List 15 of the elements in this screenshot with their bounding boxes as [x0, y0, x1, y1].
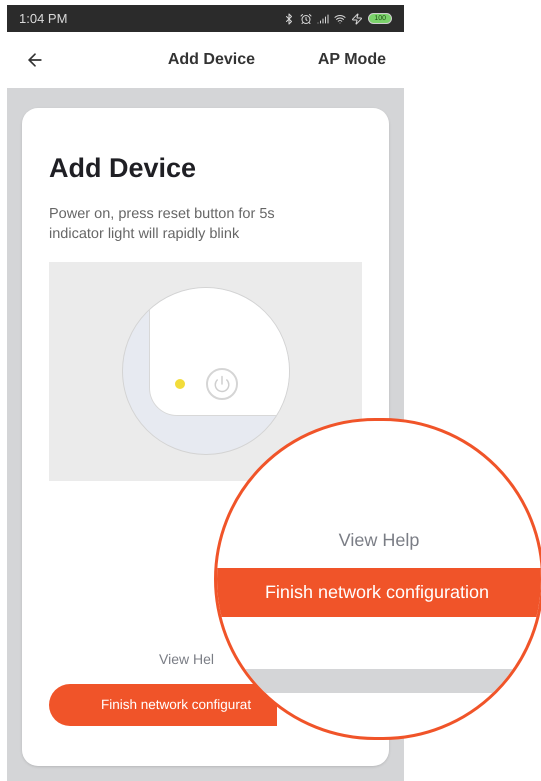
charging-icon — [351, 12, 364, 24]
instructions: Power on, press reset button for 5s indicator light will rapidly blink — [49, 204, 276, 244]
header-title: Add Device — [168, 50, 255, 70]
indicator-light — [174, 379, 184, 390]
status-time: 1:04 PM — [19, 10, 68, 28]
ap-mode-button[interactable]: AP Mode — [318, 48, 386, 72]
view-help-link[interactable]: View Hel — [159, 652, 214, 666]
wifi-icon — [334, 12, 346, 24]
finish-button[interactable]: Finish network configuration — [217, 568, 541, 617]
card-title: Add Device — [49, 152, 198, 185]
alarm-icon — [300, 12, 312, 24]
finish-button[interactable]: Finish network configurat — [49, 684, 277, 726]
signal-icon — [317, 12, 330, 24]
power-icon — [206, 368, 238, 400]
view-help-link[interactable]: View Help — [338, 527, 420, 554]
